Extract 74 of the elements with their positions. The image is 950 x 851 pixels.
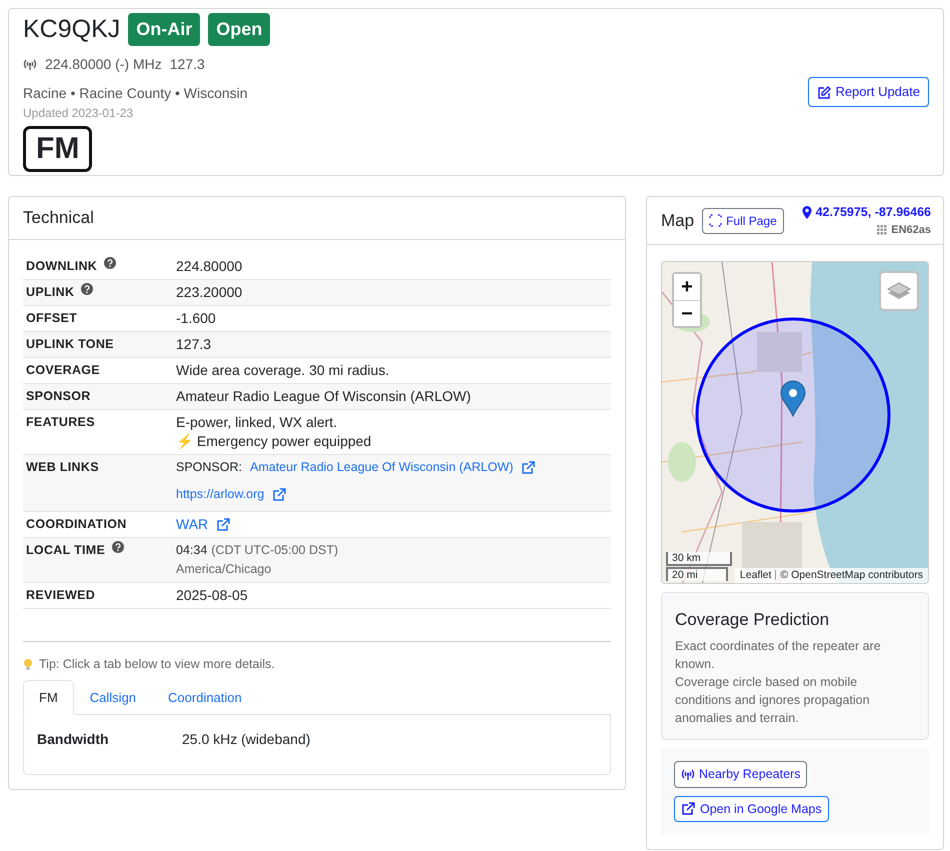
antenna-icon (681, 767, 695, 782)
callsign-title: KC9QKJ (23, 16, 120, 42)
row-label: COORDINATION (26, 516, 127, 532)
time-value: 04:34 (176, 542, 208, 558)
external-link-icon (216, 516, 232, 532)
mode-badge: FM (23, 126, 92, 172)
frequency-text: 224.80000 (-) MHz (45, 54, 162, 74)
row-value: 127.3 (176, 334, 212, 354)
updated-text: Updated 2023-01-23 (23, 104, 134, 122)
web-link[interactable]: https://arlow.org (176, 484, 264, 504)
row-label: LOCAL TIME (26, 542, 106, 558)
status-badge: On-Air (128, 12, 200, 46)
help-icon (81, 282, 94, 294)
antenna-icon (23, 57, 37, 71)
row-label: WEB LINKS (26, 458, 99, 476)
row-value: E-power, linked, WX alert. (176, 412, 338, 432)
coverage-text: Coverage circle based on mobile conditions and ignores propagation anomalies and terrain. (675, 674, 871, 727)
report-update-button[interactable]: Report Update (808, 77, 929, 107)
external-link-icon (681, 801, 696, 816)
row-value: Wide area coverage. 30 mi radius. (176, 360, 390, 380)
scale-bar: 20 mi (666, 567, 728, 582)
coordinates-link[interactable]: 42.75975, -87.96466 (816, 203, 931, 222)
row-label: COVERAGE (26, 362, 100, 378)
status-badge: Open (208, 12, 270, 46)
fullscreen-icon (709, 214, 722, 228)
zoom-out-button[interactable]: − (674, 300, 700, 326)
tab[interactable]: FM (23, 680, 74, 715)
row-label: OFFSET (26, 310, 78, 326)
row-value: ⚡ Emergency power equipped (176, 432, 372, 450)
layers-button[interactable] (879, 271, 919, 312)
external-link-icon (272, 486, 288, 502)
leaflet-link[interactable]: Leaflet (740, 568, 772, 584)
row-label: DOWNLINK (26, 258, 98, 274)
row-label: REVIEWED (26, 586, 96, 604)
row-value: Amateur Radio League Of Wisconsin (ARLOW) (176, 386, 471, 406)
field-label: Bandwidth (37, 730, 110, 749)
tone-text: 127.3 (170, 54, 205, 74)
coverage-title: Coverage Prediction (675, 609, 830, 632)
full-page-button[interactable]: Full Page (702, 208, 784, 234)
row-value: 223.20000 (176, 282, 242, 302)
lightbulb-icon (23, 658, 33, 670)
tab[interactable]: Coordination (152, 680, 258, 715)
tip-text: Tip: Click a tab below to view more details. (39, 656, 275, 672)
nearby-repeaters-button[interactable]: Nearby Repeaters (674, 760, 808, 788)
map-marker[interactable] (780, 380, 806, 417)
grid-locator: EN62as (891, 222, 931, 238)
tab[interactable]: Callsign (74, 680, 152, 715)
section-title: Technical (9, 197, 625, 240)
row-label: FEATURES (26, 414, 95, 430)
map-pin-icon (802, 206, 812, 219)
row-value: 224.80000 (176, 256, 242, 276)
scale-bar: 30 km (666, 552, 732, 566)
row-label: SPONSOR (26, 388, 91, 404)
grid-icon (877, 225, 888, 235)
row-value: 2025-08-05 (176, 586, 248, 604)
help-icon (104, 256, 116, 268)
timezone-text: (CDT UTC-05:00 DST) (211, 542, 338, 559)
timezone-name: America/Chicago (176, 560, 272, 578)
location-text: Racine • Racine County • Wisconsin (23, 84, 249, 103)
google-maps-button[interactable]: Open in Google Maps (674, 796, 829, 822)
layers-icon (886, 281, 912, 302)
row-label: UPLINK TONE (26, 336, 114, 352)
row-label: UPLINK (26, 284, 74, 300)
edit-icon (817, 85, 832, 99)
section-title: Map (661, 210, 694, 232)
link-label: SPONSOR: (176, 458, 242, 476)
field-value: 25.0 kHz (wideband) (182, 730, 310, 749)
coverage-text: Exact coordinates of the repeater are known. (675, 638, 882, 673)
coordination-link[interactable]: WAR (176, 514, 208, 534)
help-icon (112, 540, 124, 552)
row-value: -1.600 (176, 308, 216, 328)
web-link[interactable]: Amateur Radio League Of Wisconsin (ARLOW) (250, 458, 514, 476)
attribution-text: © OpenStreetMap contributors (780, 568, 923, 582)
external-link-icon (521, 460, 536, 474)
